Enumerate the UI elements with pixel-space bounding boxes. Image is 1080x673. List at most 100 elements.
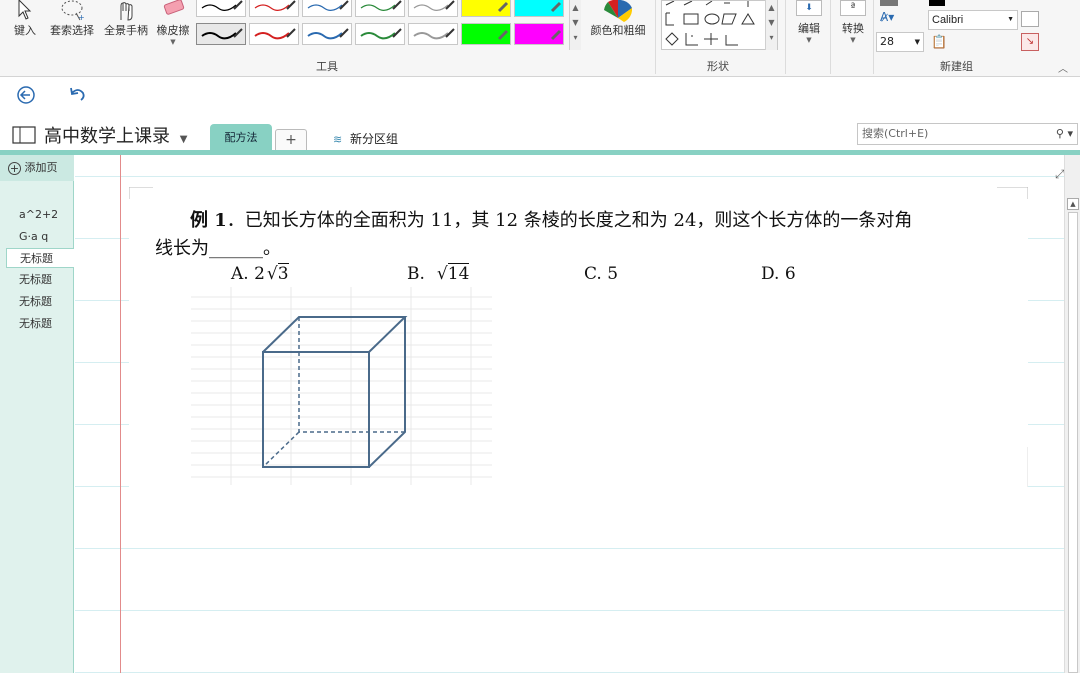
expand-icon[interactable]: ⤢ <box>1055 167 1064 182</box>
edit-dropdown-icon: ▼ <box>806 36 812 44</box>
tab-section-active[interactable]: 配方法 <box>210 124 272 151</box>
add-page-icon: + <box>8 161 21 175</box>
pen-black-thin[interactable] <box>196 0 246 17</box>
pen-green-thick[interactable] <box>355 23 405 45</box>
font-size-select[interactable]: 28 ▼ <box>876 32 924 52</box>
pen-gray-thick[interactable] <box>408 23 458 45</box>
format-tools: A̷▾ 28 ▼ <box>876 0 924 52</box>
question-text-1: ．已知长方体的全面积为 11，其 12 条棱的长度之和为 24，则这个长方体的一… <box>226 210 913 231</box>
page-item[interactable]: 无标题 <box>6 292 74 312</box>
add-section-tab[interactable]: + <box>275 129 307 151</box>
pen-gray-thin[interactable] <box>408 0 458 17</box>
color-thickness-label: 颜色和粗细 <box>590 24 646 37</box>
tab-section-label: 配方法 <box>224 131 258 144</box>
clipboard-icon[interactable]: 📋 <box>931 35 947 50</box>
new-group-label: 新建组 <box>940 60 973 73</box>
convert-button[interactable]: ª 转换 ▼ <box>834 0 872 44</box>
notebook-icon <box>12 126 36 144</box>
section-group-link[interactable]: ≋ 新分区组 <box>333 130 398 147</box>
hand-label: 全景手柄 <box>104 24 148 37</box>
eraser-button[interactable]: 橡皮擦 ▼ <box>152 0 194 46</box>
option-b-prefix: B. <box>407 264 425 284</box>
quick-access-bar <box>0 78 1080 114</box>
tools-group-label: 工具 <box>316 60 338 73</box>
notebook-selector[interactable]: 高中数学上课录 ▼ <box>44 122 187 148</box>
lasso-label: 套索选择 <box>50 24 94 37</box>
shapes-gallery-scroll[interactable]: ▲ ▼ ▾ <box>765 0 777 50</box>
eraser-dropdown-icon[interactable]: ▼ <box>152 38 194 46</box>
pen-gallery-scroll[interactable]: ▲ ▼ ▾ <box>569 0 581 50</box>
undo-icon[interactable] <box>68 85 88 105</box>
edit-arrow-icon: ⬇ <box>796 0 822 16</box>
clear-format-icon[interactable]: ↘ <box>1021 33 1039 51</box>
convert-dropdown-icon: ▼ <box>850 36 856 44</box>
notebook-title: 高中数学上课录 <box>44 126 170 147</box>
pages-pane: + 添加页 a^2+2 G·a q 无标题 无标题 无标题 无标题 <box>0 155 74 673</box>
rule-line <box>75 176 1064 177</box>
pen-gallery <box>196 0 568 50</box>
font-size-dropdown-icon: ▼ <box>914 38 920 46</box>
option-b-sqrt: √14 <box>436 263 470 284</box>
font-name-value: Calibri <box>932 14 964 26</box>
scroll-thumb[interactable] <box>1068 212 1078 673</box>
page-item[interactable]: G·a q <box>6 227 74 247</box>
pen-red-thick[interactable] <box>249 23 299 45</box>
page-item[interactable]: 无标题 <box>6 314 74 334</box>
section-group-icon: ≋ <box>333 133 343 146</box>
search-input[interactable]: 搜索(Ctrl+E) ⚲ ▾ <box>857 123 1078 145</box>
color-wheel-icon <box>604 0 632 22</box>
highlighter-cyan[interactable] <box>514 0 564 17</box>
shapes-group-label: 形状 <box>707 60 729 73</box>
page-item[interactable]: 无标题 <box>6 270 74 290</box>
back-icon[interactable] <box>16 85 36 105</box>
color-swatch-icon[interactable] <box>929 0 945 6</box>
vertical-scrollbar[interactable]: ▲ <box>1064 155 1080 673</box>
eraser-label: 橡皮擦 <box>156 24 190 37</box>
ribbon-separator <box>785 0 786 74</box>
option-b-radicand: 14 <box>447 263 470 284</box>
highlighter-yellow[interactable] <box>461 0 511 17</box>
convert-icon: ª <box>840 0 866 16</box>
page-item[interactable]: a^2+2 <box>6 205 74 225</box>
option-a-prefix: A. 2 <box>231 264 265 284</box>
cuboid-figure[interactable] <box>191 287 492 485</box>
scroll-up-icon[interactable]: ▲ <box>1067 198 1079 210</box>
pen-blue-thick[interactable] <box>302 23 352 45</box>
option-c: C. 5 <box>584 264 619 284</box>
pen-blue-thin[interactable] <box>302 0 352 17</box>
section-group-label: 新分区组 <box>350 132 399 146</box>
margin-line <box>120 155 121 673</box>
list-icon[interactable] <box>1021 11 1039 27</box>
question-line-1: 例 1．已知长方体的全面积为 11，其 12 条棱的长度之和为 24，则这个长方… <box>190 206 912 232</box>
ribbon-separator <box>655 0 656 74</box>
cursor-icon <box>18 0 32 20</box>
convert-label: 转换 <box>842 22 864 35</box>
highlighter-green[interactable] <box>461 23 511 45</box>
option-a-radicand: 3 <box>277 263 289 284</box>
font-size-value: 28 <box>880 35 894 48</box>
paste-icon[interactable] <box>880 0 898 6</box>
pen-red-thin[interactable] <box>249 0 299 17</box>
edit-button[interactable]: ⬇ 编辑 ▼ <box>790 0 828 44</box>
type-button[interactable]: 键入 <box>6 0 44 38</box>
add-tab-label: + <box>285 132 297 148</box>
option-b: B. √14 <box>407 263 470 284</box>
pen-black-thick[interactable] <box>196 23 246 45</box>
page-item-selected[interactable]: 无标题 <box>6 248 74 268</box>
color-thickness-button[interactable]: 颜色和粗细 <box>586 0 650 38</box>
sqrt-icon: √ <box>266 264 278 284</box>
collapse-ribbon-icon[interactable]: ︿ <box>1058 60 1068 75</box>
lasso-select-button[interactable]: + 套索选择 <box>46 0 98 38</box>
ribbon-separator <box>873 0 874 74</box>
font-name-select[interactable]: Calibri ▼ <box>928 10 1018 30</box>
question-container[interactable]: 例 1．已知长方体的全面积为 11，其 12 条棱的长度之和为 24，则这个长方… <box>129 187 1028 487</box>
rule-line <box>75 548 1064 549</box>
pen-green-thin[interactable] <box>355 0 405 17</box>
panning-hand-button[interactable]: 全景手柄 <box>100 0 152 38</box>
add-page-button[interactable]: + 添加页 <box>0 155 74 181</box>
pen-format-icon[interactable]: A̷▾ <box>880 10 894 24</box>
search-icon[interactable]: ⚲ ▾ <box>1056 124 1073 144</box>
shapes-gallery[interactable] <box>661 0 778 50</box>
highlighter-magenta[interactable] <box>514 23 564 45</box>
sqrt-icon: √ <box>436 264 448 284</box>
